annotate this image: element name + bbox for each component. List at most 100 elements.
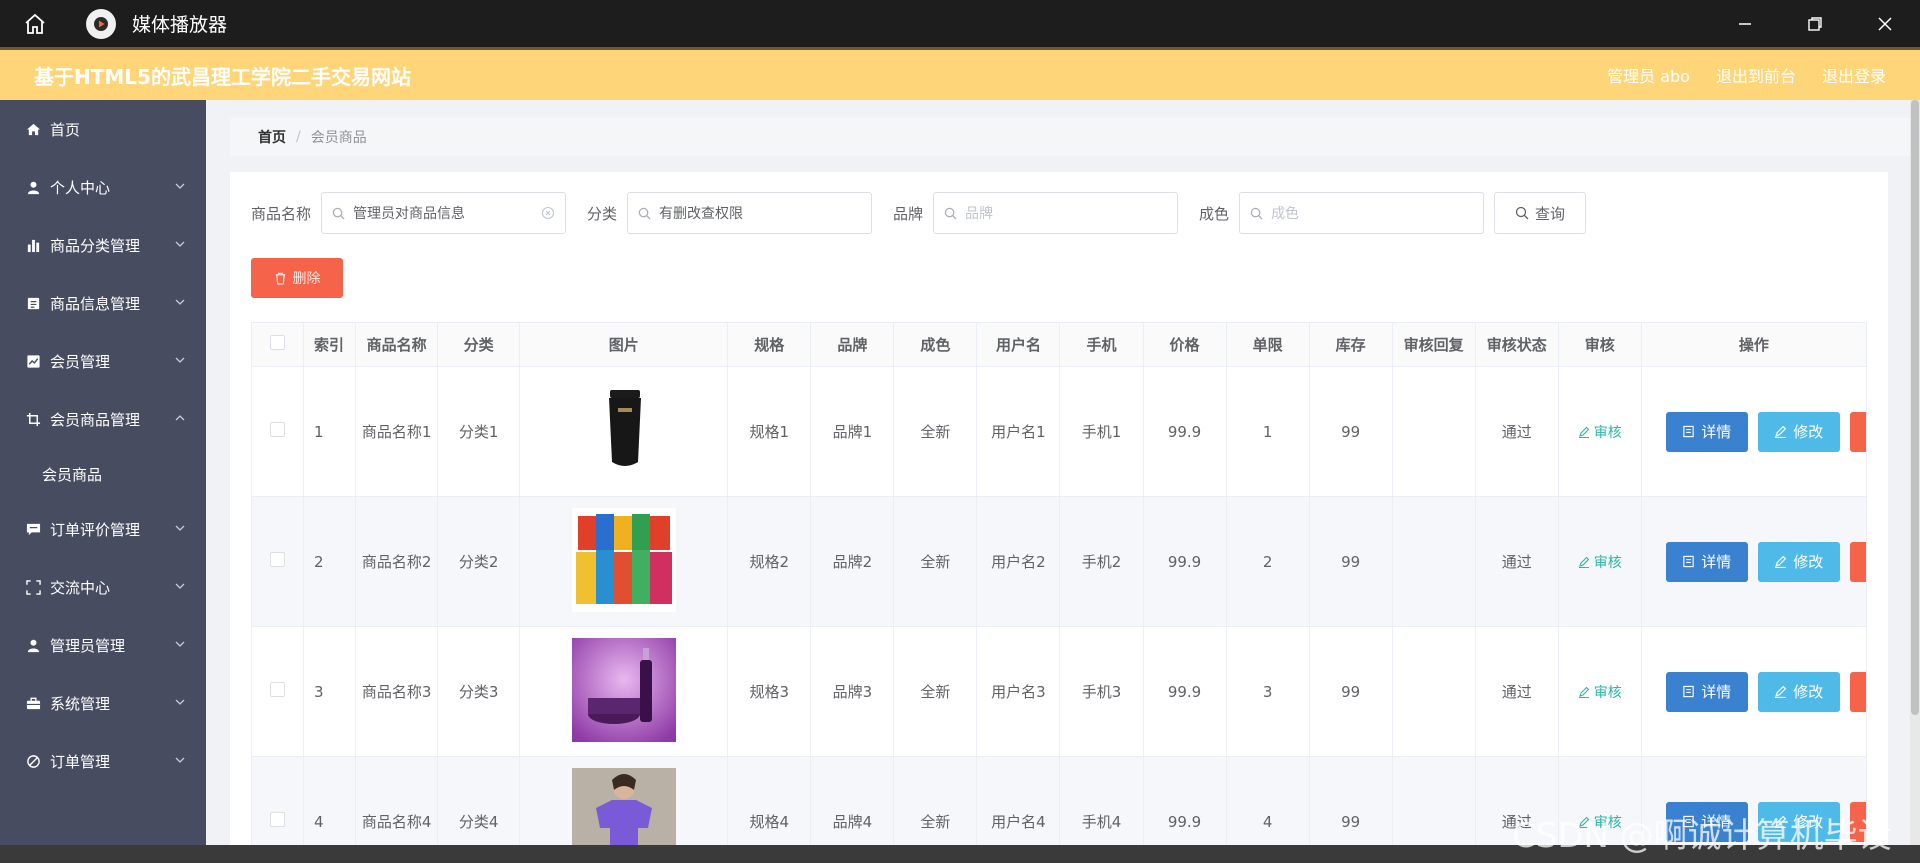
edit-button[interactable]: 修改 (1757, 411, 1840, 452)
select-all-checkbox[interactable] (270, 335, 286, 350)
sidebar-item-order-review[interactable]: 订单评价管理 (0, 500, 206, 558)
brand-input[interactable]: 品牌 (933, 192, 1179, 234)
row-select-cell[interactable] (251, 366, 305, 497)
category-label: 分类 (587, 204, 618, 223)
cell-brand: 品牌1 (810, 366, 895, 497)
home-icon (25, 13, 45, 34)
detail-button-label: 详情 (1701, 683, 1732, 701)
audit-link[interactable]: 审核 (1578, 682, 1622, 702)
sidebar-item-system-mgmt[interactable]: 系统管理 (0, 674, 206, 732)
close-icon (1878, 16, 1892, 31)
detail-button[interactable]: 详情 (1665, 671, 1748, 712)
scrollbar-thumb[interactable] (1911, 100, 1919, 715)
cell-phone: 手机3 (1059, 626, 1144, 757)
cell-spec: 规格2 (727, 496, 812, 627)
query-button-label: 查询 (1535, 204, 1566, 223)
breadcrumb-current: 会员商品 (310, 130, 367, 146)
sidebar-item-admin-mgmt[interactable]: 管理员管理 (0, 616, 206, 674)
row-checkbox[interactable] (270, 552, 286, 567)
detail-button-label: 详情 (1701, 423, 1732, 441)
edit-button[interactable]: 修改 (1757, 541, 1840, 582)
cell-category: 分类3 (437, 626, 521, 757)
row-select-cell[interactable] (251, 756, 305, 852)
col-category: 分类 (437, 322, 521, 367)
row-delete-button[interactable] (1849, 541, 1866, 582)
bar-chart-icon (24, 236, 42, 254)
sidebar-item-label: 会员管理 (50, 352, 111, 371)
audit-link-label: 审核 (1593, 554, 1622, 571)
audit-link[interactable]: 审核 (1578, 422, 1622, 442)
cell-index: 3 (303, 626, 357, 757)
chevron-down-icon (175, 299, 185, 305)
row-checkbox[interactable] (270, 682, 286, 697)
row-delete-button[interactable] (1849, 671, 1866, 712)
home-button[interactable] (0, 0, 70, 47)
condition-input[interactable]: 成色 (1239, 192, 1485, 234)
product-name-input[interactable]: 管理员对商品信息 (321, 192, 567, 234)
delete-button[interactable]: 删除 (251, 258, 343, 298)
sidebar-subitem-member-products[interactable]: 会员商品 (0, 448, 206, 500)
content-panel: 商品名称 管理员对商品信息 分类 有删改查权限 品牌 品牌 成色 成色 查询 删… (230, 172, 1888, 852)
cell-price: 99.9 (1142, 626, 1227, 757)
cell-category: 分类4 (437, 756, 521, 852)
main-content: 首页 / 会员商品 商品名称 管理员对商品信息 分类 有删改查权限 品牌 品牌 … (206, 100, 1920, 852)
row-checkbox[interactable] (270, 422, 286, 437)
app-header: 基于HTML5的武昌理工学院二手交易网站 管理员 abo 退出到前台 退出登录 (0, 47, 1920, 100)
cell-username: 用户名1 (976, 366, 1061, 497)
brand-label: 品牌 (893, 204, 924, 223)
cell-category: 分类2 (437, 496, 521, 627)
search-icon (1250, 207, 1263, 219)
sidebar-item-label: 管理员管理 (50, 636, 126, 655)
col-price: 价格 (1142, 322, 1227, 367)
cell-audit-reply (1391, 366, 1476, 497)
category-value: 有删改查权限 (659, 206, 744, 222)
row-select-cell[interactable] (251, 626, 305, 757)
sidebar-item-label: 个人中心 (50, 178, 111, 197)
sidebar-item-personal-center[interactable]: 个人中心 (0, 158, 206, 216)
detail-button[interactable]: 详情 (1665, 541, 1748, 582)
breadcrumb-home[interactable]: 首页 (258, 127, 286, 147)
select-all-header[interactable] (251, 322, 305, 367)
chevron-down-icon (175, 183, 185, 189)
edit-button[interactable]: 修改 (1757, 671, 1840, 712)
clear-icon[interactable] (541, 206, 555, 220)
cell-brand: 品牌4 (810, 756, 895, 852)
row-delete-button[interactable] (1849, 411, 1866, 452)
sidebar-item-product-info[interactable]: 商品信息管理 (0, 274, 206, 332)
briefcase-icon (24, 694, 42, 712)
condition-placeholder: 成色 (1271, 206, 1300, 222)
cell-product-name: 商品名称2 (355, 496, 439, 627)
row-select-cell[interactable] (251, 496, 305, 627)
minimize-button[interactable] (1710, 0, 1780, 47)
close-button[interactable] (1850, 0, 1920, 47)
query-button[interactable]: 查询 (1494, 192, 1587, 234)
breadcrumb-separator: / (296, 129, 301, 145)
cell-index: 1 (303, 366, 357, 497)
search-icon (638, 207, 651, 219)
edit-icon (1775, 555, 1787, 568)
cell-spec: 规格1 (727, 366, 812, 497)
sidebar-item-member-product-mgmt[interactable]: 会员商品管理 (0, 390, 206, 448)
restore-button[interactable] (1780, 0, 1850, 47)
cell-audit-reply (1391, 756, 1476, 852)
cell-actions: 详情 修改 (1640, 626, 1867, 757)
col-index: 索引 (303, 322, 357, 367)
delete-button-label: 删除 (292, 271, 321, 287)
col-audit-status: 审核状态 (1474, 322, 1559, 367)
sidebar-item-order-mgmt[interactable]: 订单管理 (0, 732, 206, 790)
back-to-frontend-link[interactable]: 退出到前台 (1716, 63, 1796, 87)
chevron-down-icon (175, 525, 185, 531)
logout-link[interactable]: 退出登录 (1822, 63, 1886, 87)
sidebar-item-home[interactable]: 首页 (0, 100, 206, 158)
category-input[interactable]: 有删改查权限 (627, 192, 873, 234)
sidebar-item-exchange-center[interactable]: 交流中心 (0, 558, 206, 616)
sidebar-item-member-mgmt[interactable]: 会员管理 (0, 332, 206, 390)
audit-link[interactable]: 审核 (1578, 552, 1622, 572)
window-titlebar: 媒体播放器 (0, 0, 1920, 47)
brand-placeholder: 品牌 (965, 206, 994, 222)
row-checkbox[interactable] (270, 812, 286, 827)
table-row: 2 商品名称2 分类2 规格2 品牌2 全新 用户名2 手机2 99.9 2 9… (251, 496, 1867, 627)
sidebar-item-category-mgmt[interactable]: 商品分类管理 (0, 216, 206, 274)
detail-button[interactable]: 详情 (1665, 411, 1748, 452)
cell-audit-status: 通过 (1474, 626, 1559, 757)
